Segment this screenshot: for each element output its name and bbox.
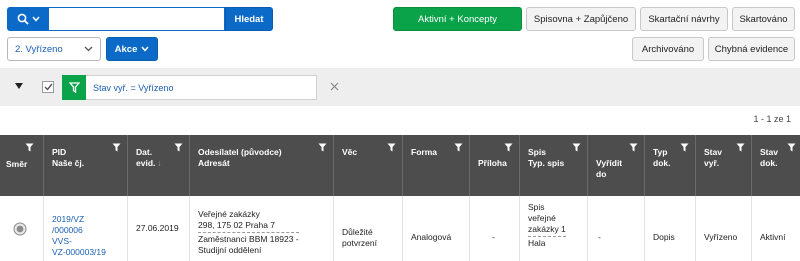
filter-icon[interactable] — [454, 143, 463, 152]
col-label-sub: vyř. — [704, 158, 720, 168]
col-header-due[interactable]: Vyřídit do — [588, 135, 645, 196]
filter-icon[interactable] — [787, 143, 796, 152]
sort-down-icon: ↓ — [157, 158, 162, 168]
cell-subject: Důležité potvrzení — [334, 196, 403, 261]
col-label-sub: Adresát — [198, 158, 230, 168]
sender-line: Veřejné zakázky — [198, 209, 260, 219]
collapse-toggle-icon[interactable] — [15, 83, 23, 89]
cell-file: Spis veřejné zakázky 1 Hala — [520, 196, 588, 261]
chevron-down-icon — [31, 16, 40, 22]
state-doc-value: Aktivní — [760, 232, 786, 242]
shredding-proposals-button[interactable]: Skartační návrhy — [640, 7, 728, 31]
col-label: Odesílatel (původce) — [198, 147, 282, 157]
active-concepts-button[interactable]: Aktivní + Koncepty — [393, 7, 522, 31]
cell-sender: Veřejné zakázky 298, 175 02 Praha 7 Zamě… — [190, 196, 334, 261]
actions-button[interactable]: Akce — [106, 37, 158, 61]
col-label-sub: evid. ↓ — [136, 158, 162, 168]
state-resolve-value: Vyřízeno — [704, 232, 738, 242]
cell-date: 27.06.2019 — [128, 196, 190, 261]
col-label-sub: dok. — [653, 158, 671, 168]
col-header-sender[interactable]: Odesílatel (původce) Adresát — [190, 135, 334, 196]
pagination-info: 1 - 1 ze 1 — [753, 114, 791, 124]
col-label: Vyřídit — [596, 158, 623, 168]
col-header-pid[interactable]: PID Naše čj. — [44, 135, 128, 196]
state-select-value: 2. Vyřízeno — [15, 43, 63, 55]
cell-state-resolve: Vyřízeno — [696, 196, 752, 261]
cell-doc-type: Dopis — [645, 196, 696, 261]
pid-link-line[interactable]: VVS- — [52, 236, 106, 247]
state-select[interactable]: 2. Vyřízeno — [7, 37, 101, 61]
col-header-state-doc[interactable]: Stav dok. — [752, 135, 800, 196]
file-line: veřejné — [528, 213, 556, 223]
col-header-doc-type[interactable]: Typ dok. — [645, 135, 696, 196]
attachment-value: - — [492, 232, 495, 242]
cell-state-doc: Aktivní — [752, 196, 800, 261]
cell-attachment: - — [470, 196, 520, 261]
file-type-line: Hala — [528, 238, 546, 248]
col-header-form[interactable]: Forma — [403, 135, 470, 196]
pid-link-line[interactable]: VZ-000003/19 — [52, 247, 106, 258]
col-label: Směr — [6, 159, 28, 169]
pid-link-line[interactable]: 2019/VZ — [52, 214, 106, 225]
filter-icon[interactable] — [680, 143, 689, 152]
col-header-attachment[interactable]: Příloha — [470, 135, 520, 196]
col-label-sub: do — [596, 169, 607, 179]
cell-form: Analogová — [403, 196, 470, 261]
error-records-button[interactable]: Chybná evidence — [708, 37, 795, 61]
search-icon — [17, 13, 29, 25]
filter-icon[interactable] — [318, 143, 327, 152]
cell-pid[interactable]: 2019/VZ /000006 VVS- VZ-000003/19 — [44, 196, 128, 261]
col-header-date[interactable]: Dat. evid. ↓ — [128, 135, 190, 196]
col-header-subject[interactable]: Věc — [334, 135, 403, 196]
doc-type-value: Dopis — [653, 232, 675, 242]
subject-line: potvrzení — [342, 237, 377, 248]
col-label-sub: Naše čj. — [52, 158, 85, 168]
col-header-direction[interactable]: Směr — [0, 135, 44, 196]
col-label-sub: Typ. spis — [528, 158, 565, 168]
filter-text: Stav vyř. = Vyřízeno — [93, 82, 174, 93]
subject-line: Důležité — [342, 226, 373, 237]
col-label: PID — [52, 147, 67, 157]
actions-label: Akce — [114, 43, 138, 55]
filter-icon — [62, 75, 86, 100]
table-row-direction[interactable] — [0, 196, 44, 261]
search-type-button[interactable] — [7, 7, 49, 31]
archive-loaned-button[interactable]: Spisovna + Zapůjčeno — [526, 7, 636, 31]
form-value: Analogová — [411, 232, 452, 242]
filter-icon[interactable] — [572, 143, 581, 152]
filter-icon[interactable] — [629, 143, 638, 152]
filter-icon[interactable] — [25, 143, 34, 152]
filter-bar: Stav vyř. = Vyřízeno — [0, 68, 800, 106]
file-line: Spis — [528, 202, 545, 212]
due-value: - — [598, 232, 601, 242]
chevron-down-icon — [141, 46, 149, 52]
pid-link-line[interactable]: /000006 — [52, 225, 106, 236]
archived-button[interactable]: Archivováno — [632, 37, 704, 61]
col-header-file[interactable]: Spis Typ. spis — [520, 135, 588, 196]
shredded-button[interactable]: Skartováno — [732, 7, 795, 31]
filter-icon[interactable] — [504, 143, 513, 152]
date-value: 27.06.2019 — [136, 223, 179, 233]
recipient-line: Studijní oddělení — [198, 245, 262, 255]
filter-icon[interactable] — [174, 143, 183, 152]
filter-icon[interactable] — [387, 143, 396, 152]
col-label: Příloha — [478, 158, 507, 168]
filter-icon[interactable] — [736, 143, 745, 152]
sender-line: 298, 175 02 Praha 7 — [198, 220, 299, 233]
filter-icon[interactable] — [112, 143, 121, 152]
search-button[interactable]: Hledat — [225, 7, 273, 31]
recipient-line: Zaměstnanci BBM 18923 - — [198, 234, 299, 244]
chevron-down-icon — [84, 46, 93, 52]
cell-due: - — [588, 196, 645, 261]
col-label-sub: dok. — [760, 158, 778, 168]
filter-chip[interactable]: Stav vyř. = Vyřízeno — [62, 75, 317, 100]
col-header-state-resolve[interactable]: Stav vyř. — [696, 135, 752, 196]
search-input[interactable] — [49, 7, 225, 31]
filter-checkbox[interactable] — [42, 81, 54, 93]
remove-filter-icon[interactable] — [330, 82, 339, 91]
direction-radio-icon[interactable] — [13, 222, 27, 236]
check-icon — [44, 83, 53, 91]
file-line: zakázky 1 — [528, 224, 566, 237]
